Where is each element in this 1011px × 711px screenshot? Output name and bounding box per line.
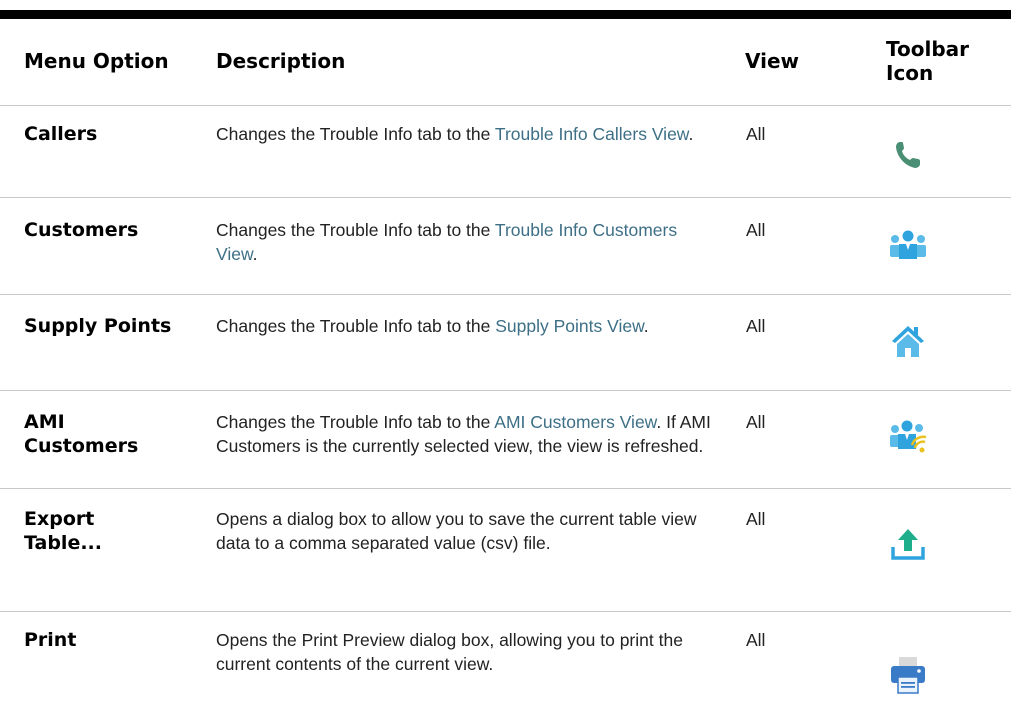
description-text-after: .	[252, 244, 258, 264]
row-view: All	[746, 316, 766, 336]
header-toolbar-icon: Toolbar Icon	[886, 37, 969, 85]
header-toolbar-icon-line1: Toolbar	[886, 37, 969, 61]
description-text: Changes the Trouble Info tab to the	[216, 124, 495, 144]
customers-icon[interactable]	[884, 221, 932, 269]
menu-option-supply-points[interactable]: Supply Points	[24, 314, 174, 338]
menu-option-callers[interactable]: Callers	[24, 122, 174, 146]
description-text: Changes the Trouble Info tab to the	[216, 316, 496, 336]
description-text-after: .	[688, 124, 694, 144]
printer-icon[interactable]	[884, 651, 932, 699]
menu-option-ami-customers[interactable]: AMI Customers	[24, 410, 174, 458]
description-text: Changes the Trouble Info tab to the	[216, 412, 495, 432]
divider	[0, 488, 1011, 489]
menu-option-print[interactable]: Print	[24, 628, 174, 652]
menu-option-export-table[interactable]: Export Table...	[24, 507, 174, 555]
row-view: All	[746, 509, 766, 529]
row-description: Changes the Trouble Info tab to the Trou…	[216, 122, 716, 146]
header-toolbar-icon-line2: Icon	[886, 61, 934, 85]
row-view: All	[746, 412, 766, 432]
export-icon[interactable]	[884, 520, 932, 568]
ami-customers-icon[interactable]	[884, 413, 932, 461]
header-menu-option: Menu Option	[24, 49, 169, 73]
divider	[0, 105, 1011, 106]
home-icon[interactable]	[884, 317, 932, 365]
row-description: Changes the Trouble Info tab to the AMI …	[216, 410, 716, 458]
row-description: Opens a dialog box to allow you to save …	[216, 507, 716, 555]
row-description: Changes the Trouble Info tab to the Supp…	[216, 314, 716, 338]
divider	[0, 197, 1011, 198]
row-description: Opens the Print Preview dialog box, allo…	[216, 628, 716, 676]
top-rule	[0, 10, 1011, 19]
phone-icon[interactable]	[884, 131, 932, 179]
description-text: Opens a dialog box to allow you to save …	[216, 509, 697, 553]
divider	[0, 390, 1011, 391]
row-view: All	[746, 630, 766, 650]
description-link[interactable]: AMI Customers View	[494, 412, 656, 432]
description-text: Changes the Trouble Info tab to the	[216, 220, 495, 240]
description-link[interactable]: Trouble Info Callers View	[495, 124, 689, 144]
description-link[interactable]: Supply Points View	[495, 316, 644, 336]
row-description: Changes the Trouble Info tab to the Trou…	[216, 218, 716, 266]
header-view: View	[745, 49, 800, 73]
menu-option-customers[interactable]: Customers	[24, 218, 174, 242]
divider	[0, 611, 1011, 612]
description-text: Opens the Print Preview dialog box, allo…	[216, 630, 683, 674]
description-text-after: .	[643, 316, 649, 336]
header-description: Description	[216, 49, 346, 73]
row-view: All	[746, 220, 766, 240]
divider	[0, 294, 1011, 295]
row-view: All	[746, 124, 766, 144]
